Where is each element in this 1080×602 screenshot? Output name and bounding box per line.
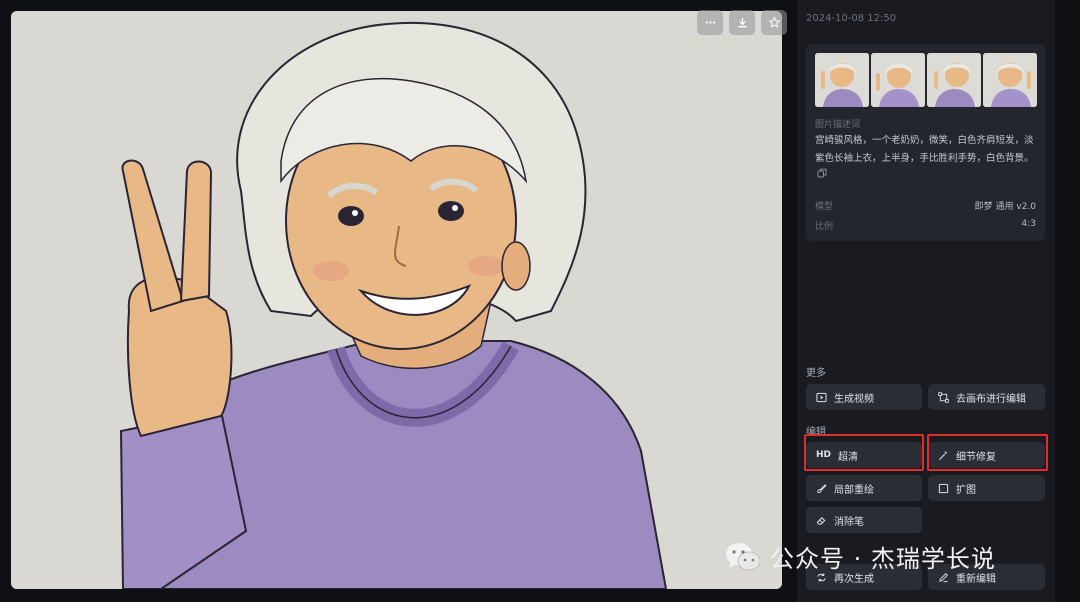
details-panel: 2024-10-08 12:50 图片描述词 宫崎骏风格，一个老奶奶，微笑，白色…	[797, 0, 1055, 602]
thumbnail-2[interactable]	[871, 53, 925, 107]
eraser-button[interactable]: 消除笔	[806, 507, 922, 533]
meta-key: 比例	[815, 222, 834, 232]
meta-value: 即梦 通用 v2.0	[974, 202, 1036, 212]
download-icon	[737, 17, 747, 28]
generated-image[interactable]	[11, 11, 782, 589]
meta-value: 4:3	[1021, 219, 1036, 229]
more-dots-icon	[705, 21, 715, 24]
outpaint-button[interactable]: 扩图	[928, 475, 1045, 501]
favorite-button[interactable]	[761, 10, 787, 35]
edit-on-canvas-button[interactable]: 去画布进行编辑	[928, 384, 1045, 410]
watermark-text: 公众号 · 杰瑞学长说	[770, 545, 996, 573]
thumbnail-1[interactable]	[815, 53, 869, 107]
video-icon	[816, 392, 827, 402]
meta-key: 模型	[815, 202, 834, 212]
eraser-label: 消除笔	[834, 516, 864, 528]
brush-icon	[817, 483, 827, 493]
image-viewer	[0, 0, 797, 602]
canvas-icon	[938, 391, 949, 403]
meta-row-model: 模型 即梦 通用 v2.0	[815, 199, 1036, 212]
edit-on-canvas-label: 去画布进行编辑	[956, 393, 1026, 405]
window-edge	[1055, 0, 1080, 602]
outpaint-label: 扩图	[956, 484, 976, 496]
copy-icon[interactable]	[817, 168, 827, 178]
more-options-button[interactable]	[697, 10, 723, 35]
eraser-icon	[816, 516, 826, 525]
info-card: 图片描述词 宫崎骏风格，一个老奶奶，微笑，白色齐肩短发，淡紫色长袖上衣，上半身，…	[806, 44, 1045, 241]
inpaint-button[interactable]: 局部重绘	[806, 475, 922, 501]
expand-icon	[938, 483, 949, 493]
star-icon	[768, 16, 780, 28]
inpaint-label: 局部重绘	[834, 484, 874, 496]
generate-video-button[interactable]: 生成视频	[806, 384, 922, 410]
thumbnail-4[interactable]	[983, 53, 1037, 107]
meta-row-ratio: 比例 4:3	[815, 219, 1036, 232]
more-section-label: 更多	[806, 368, 826, 379]
thumbnail-strip	[815, 53, 1037, 107]
download-button[interactable]	[729, 10, 755, 35]
image-actions	[697, 10, 787, 35]
thumbnail-3[interactable]	[927, 53, 981, 107]
description-label: 图片描述词	[815, 120, 861, 130]
wechat-icon	[726, 542, 761, 570]
watermark: 公众号 · 杰瑞学长说	[724, 539, 996, 574]
highlight-box-upscale	[804, 434, 924, 471]
description-text: 宫崎骏风格，一个老奶奶，微笑，白色齐肩短发，淡紫色长袖上衣，上半身，手比胜利手势…	[815, 135, 1034, 164]
timestamp: 2024-10-08 12:50	[806, 13, 897, 24]
generate-video-label: 生成视频	[834, 393, 874, 405]
highlight-box-detail-repair	[927, 434, 1048, 471]
